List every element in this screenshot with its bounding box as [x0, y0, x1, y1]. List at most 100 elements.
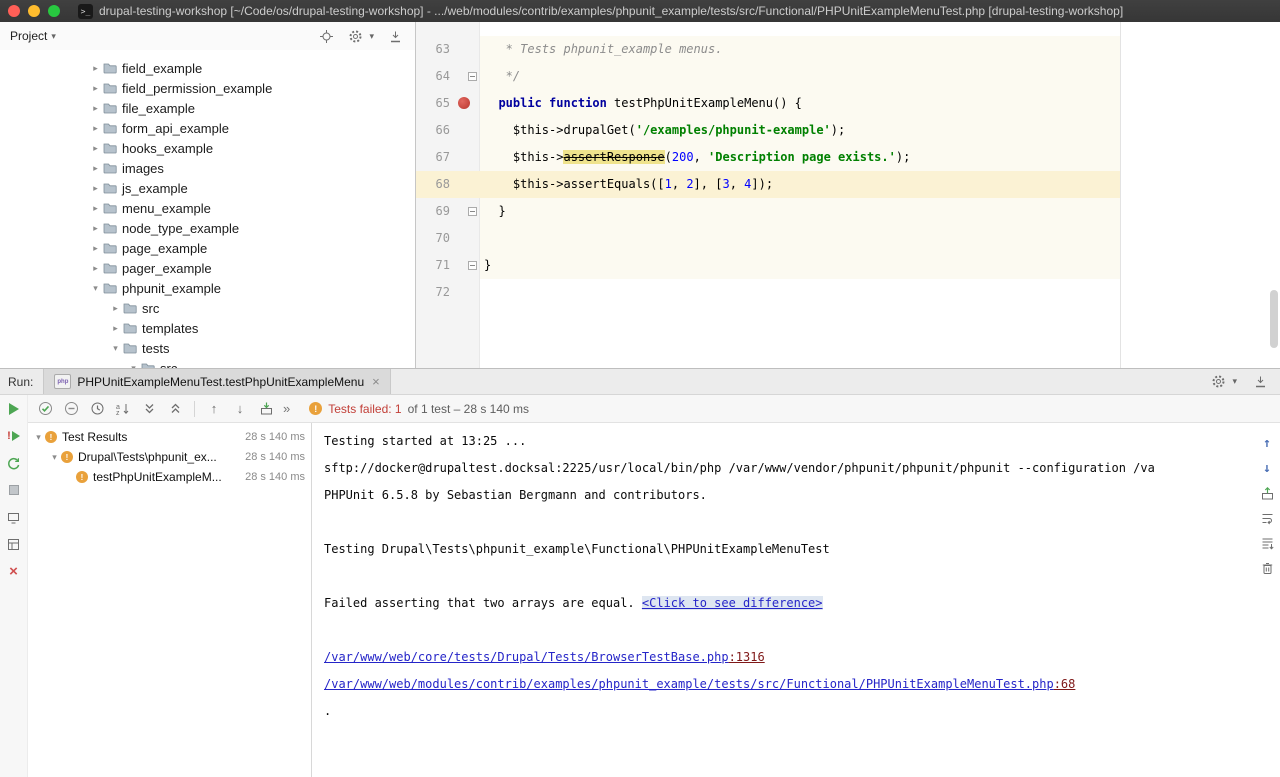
- export-to-file-icon[interactable]: [1259, 485, 1275, 501]
- next-failed-test-icon[interactable]: ↓: [231, 400, 249, 418]
- stack-trace-link[interactable]: /var/www/web/modules/contrib/examples/ph…: [324, 677, 1054, 691]
- chevron-down-icon[interactable]: ▾: [51, 31, 56, 42]
- project-tree: ▸field_example ▸field_permission_example…: [0, 50, 415, 368]
- chevron-right-icon[interactable]: ▸: [88, 123, 103, 134]
- tree-item-tests[interactable]: ▾tests: [0, 338, 415, 358]
- rerun-button[interactable]: [6, 401, 22, 417]
- restore-layout-button[interactable]: [6, 536, 22, 552]
- hide-panel-icon[interactable]: [388, 29, 403, 44]
- folder-icon: [103, 102, 117, 114]
- tree-item-src[interactable]: ▸src: [0, 298, 415, 318]
- chevron-right-icon[interactable]: ▸: [108, 303, 123, 314]
- run-body: ! × az ↑ ↓: [0, 395, 1280, 777]
- chevron-down-icon[interactable]: ▾: [88, 283, 103, 294]
- tree-item-js-example[interactable]: ▸js_example: [0, 178, 415, 198]
- scrollbar-thumb[interactable]: [1270, 290, 1278, 348]
- chevron-right-icon[interactable]: ▸: [88, 163, 103, 174]
- tree-item-field-example[interactable]: ▸field_example: [0, 58, 415, 78]
- close-panel-button[interactable]: ×: [6, 563, 22, 579]
- settings-gear-icon[interactable]: ▾: [1211, 374, 1237, 389]
- run-tab[interactable]: php PHPUnitExampleMenuTest.testPhpUnitEx…: [43, 369, 390, 394]
- fold-marker-icon[interactable]: [468, 72, 477, 81]
- chevron-down-icon[interactable]: ▾: [108, 343, 123, 354]
- editor-scrollbar[interactable]: [1268, 22, 1279, 368]
- up-the-stack-trace-icon[interactable]: ↑: [1259, 435, 1275, 451]
- tree-item-field-permission-example[interactable]: ▸field_permission_example: [0, 78, 415, 98]
- folder-icon: [123, 342, 137, 354]
- test-class-row[interactable]: ▾ ! Drupal\Tests\phpunit_ex... 28 s 140 …: [28, 447, 311, 467]
- tree-item-page-example[interactable]: ▸ page_example: [0, 238, 415, 258]
- chevron-right-icon[interactable]: ▸: [88, 83, 103, 94]
- fold-marker-icon[interactable]: [468, 207, 477, 216]
- test-method-row[interactable]: ! testPhpUnitExampleM... 28 s 140 ms: [28, 467, 311, 487]
- chevron-right-icon[interactable]: ▸: [88, 263, 103, 274]
- expand-all-icon[interactable]: [140, 400, 158, 418]
- chevron-right-icon[interactable]: ▸: [108, 323, 123, 334]
- console-output[interactable]: Testing started at 13:25 ... sftp://dock…: [312, 423, 1280, 777]
- chevron-right-icon[interactable]: ▸: [88, 103, 103, 114]
- soft-wrap-icon[interactable]: [1259, 510, 1275, 526]
- tree-item-file-example[interactable]: ▸file_example: [0, 98, 415, 118]
- collapse-all-icon[interactable]: [166, 400, 184, 418]
- down-the-stack-trace-icon[interactable]: ↓: [1259, 460, 1275, 476]
- chevron-down-icon[interactable]: ▾: [32, 432, 45, 443]
- chevron-right-icon[interactable]: ▸: [88, 203, 103, 214]
- editor[interactable]: 63 64 65 66 67 68 69 70 71 72 * Tests ph…: [416, 22, 1280, 368]
- tree-item-pager-example[interactable]: ▸pager_example: [0, 258, 415, 278]
- code-text: );: [896, 150, 910, 164]
- chevron-right-icon[interactable]: ▸: [88, 183, 103, 194]
- minimize-window-button[interactable]: [28, 5, 40, 17]
- settings-gear-icon[interactable]: ▾: [348, 29, 374, 44]
- close-tab-icon[interactable]: ×: [372, 374, 380, 389]
- select-opened-file-icon[interactable]: [319, 29, 334, 44]
- run-test-gutter-icon[interactable]: [458, 97, 470, 109]
- tree-item-hooks-example[interactable]: ▸hooks_example: [0, 138, 415, 158]
- chevron-down-icon: ▾: [369, 31, 374, 42]
- folder-icon: [103, 282, 117, 294]
- tree-item-node-type-example[interactable]: ▸node_type_example: [0, 218, 415, 238]
- hide-panel-icon[interactable]: [1253, 374, 1268, 389]
- code-area[interactable]: * Tests phpunit_example menus. */ public…: [480, 22, 1280, 306]
- number-text: 200: [672, 150, 694, 164]
- see-difference-link[interactable]: <Click to see difference>: [642, 596, 823, 610]
- stop-button[interactable]: [6, 482, 22, 498]
- show-ignored-icon[interactable]: [62, 400, 80, 418]
- toggle-auto-test-button[interactable]: [6, 455, 22, 471]
- project-panel-title[interactable]: Project: [10, 29, 47, 43]
- rerun-failed-tests-button[interactable]: !: [6, 428, 22, 444]
- import-test-results-icon[interactable]: [257, 400, 275, 418]
- chevron-down-icon[interactable]: ▾: [126, 363, 141, 369]
- sort-by-duration-icon[interactable]: [88, 400, 106, 418]
- stack-trace-line-number[interactable]: :68: [1054, 677, 1076, 691]
- tree-item-tests-src[interactable]: ▾src: [0, 358, 415, 368]
- show-console-button[interactable]: [6, 509, 22, 525]
- chevron-right-icon[interactable]: ▸: [88, 223, 103, 234]
- folder-icon: [123, 302, 137, 314]
- zoom-window-button[interactable]: [48, 5, 60, 17]
- folder-icon: [103, 142, 117, 154]
- chevron-down-icon[interactable]: ▾: [48, 452, 61, 463]
- show-passed-icon[interactable]: [36, 400, 54, 418]
- sort-alphabetically-icon[interactable]: az: [114, 400, 132, 418]
- tree-item-images[interactable]: ▸images: [0, 158, 415, 178]
- tree-item-menu-example[interactable]: ▸menu_example: [0, 198, 415, 218]
- tree-item-phpunit-example[interactable]: ▾phpunit_example: [0, 278, 415, 298]
- clear-console-icon[interactable]: [1259, 560, 1275, 576]
- toolbar-overflow-icon[interactable]: »: [283, 401, 289, 416]
- close-window-button[interactable]: [8, 5, 20, 17]
- stack-trace-link[interactable]: /var/www/web/core/tests/Drupal/Tests/Bro…: [324, 650, 729, 664]
- chevron-right-icon[interactable]: ▸: [88, 143, 103, 154]
- fold-marker-icon[interactable]: [468, 261, 477, 270]
- line-number: 64: [416, 63, 450, 90]
- test-results-root-row[interactable]: ▾ ! Test Results 28 s 140 ms: [28, 427, 311, 447]
- stack-trace-line-number[interactable]: :1316: [729, 650, 765, 664]
- previous-failed-test-icon[interactable]: ↑: [205, 400, 223, 418]
- tree-item-label: page_example: [122, 241, 207, 256]
- tree-item-form-api-example[interactable]: ▸form_api_example: [0, 118, 415, 138]
- chevron-right-icon[interactable]: ▸: [88, 243, 103, 254]
- scroll-to-end-icon[interactable]: [1259, 535, 1275, 551]
- chevron-right-icon[interactable]: ▸: [88, 63, 103, 74]
- tree-item-templates[interactable]: ▸templates: [0, 318, 415, 338]
- test-runner-toolbar: az ↑ ↓ » ! Tests failed: 1 of 1 test – 2…: [28, 395, 1280, 423]
- console-line: /var/www/web/core/tests/Drupal/Tests/Bro…: [324, 644, 1246, 671]
